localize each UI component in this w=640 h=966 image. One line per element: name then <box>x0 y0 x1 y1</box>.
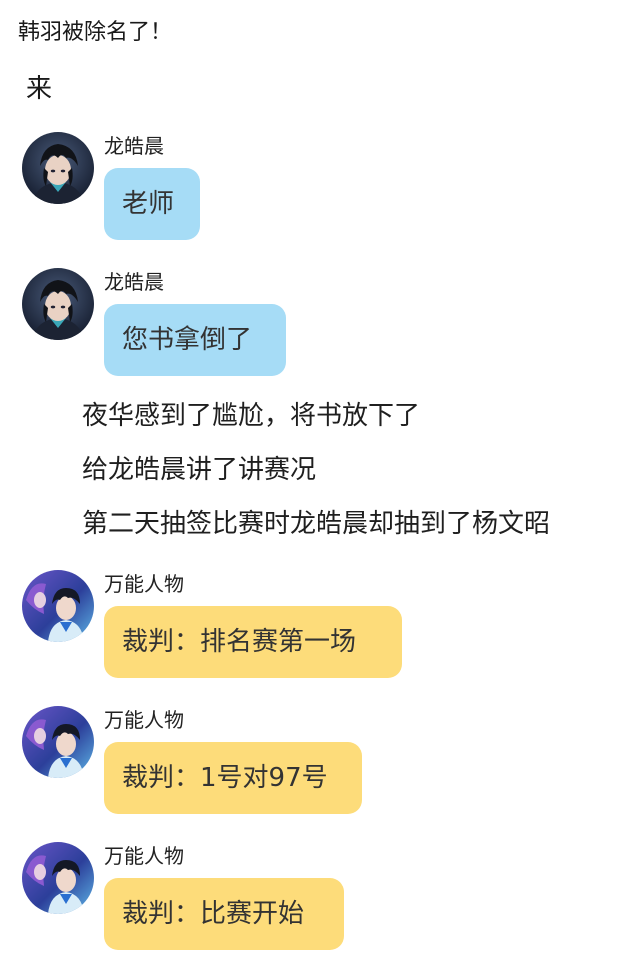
sender-name: 龙皓晨 <box>104 134 164 158</box>
message-bubble[interactable]: 您书拿倒了 <box>104 304 286 376</box>
sender-name: 万能人物 <box>104 708 184 732</box>
intro-line-2: 来 <box>26 74 53 104</box>
sender-name: 万能人物 <box>104 572 184 596</box>
message-bubble[interactable]: 老师 <box>104 168 200 240</box>
message-bubble[interactable]: 裁判：排名赛第一场 <box>104 606 402 678</box>
sender-name: 龙皓晨 <box>104 270 164 294</box>
message-bubble[interactable]: 裁判：比赛开始 <box>104 878 344 950</box>
chat-message: 万能人物 裁判：1号对97号 <box>22 706 622 826</box>
chat-message: 万能人物 裁判：比赛开始 <box>22 842 622 962</box>
chat-message: 龙皓晨 老师 <box>22 132 622 252</box>
sender-name: 万能人物 <box>104 844 184 868</box>
character-avatar-longhaochen-icon[interactable] <box>22 132 94 204</box>
character-avatar-longhaochen-icon[interactable] <box>22 268 94 340</box>
narration-line: 夜华感到了尴尬，将书放下了 <box>82 401 421 431</box>
narration-line: 给龙皓晨讲了讲赛况 <box>82 455 317 485</box>
chat-message: 龙皓晨 您书拿倒了 <box>22 268 622 388</box>
chat-story-page: 韩羽被除名了！ 来 龙皓晨 老师 龙皓晨 您书拿倒了 夜华感到了尴尬，将书放下了… <box>0 0 640 966</box>
character-avatar-universal-icon[interactable] <box>22 706 94 778</box>
chat-message: 万能人物 裁判：排名赛第一场 <box>22 570 622 690</box>
character-avatar-universal-icon[interactable] <box>22 842 94 914</box>
narration-line: 第二天抽签比赛时龙皓晨却抽到了杨文昭 <box>82 509 551 539</box>
intro-line-1: 韩羽被除名了！ <box>18 20 173 45</box>
message-bubble[interactable]: 裁判：1号对97号 <box>104 742 362 814</box>
character-avatar-universal-icon[interactable] <box>22 570 94 642</box>
